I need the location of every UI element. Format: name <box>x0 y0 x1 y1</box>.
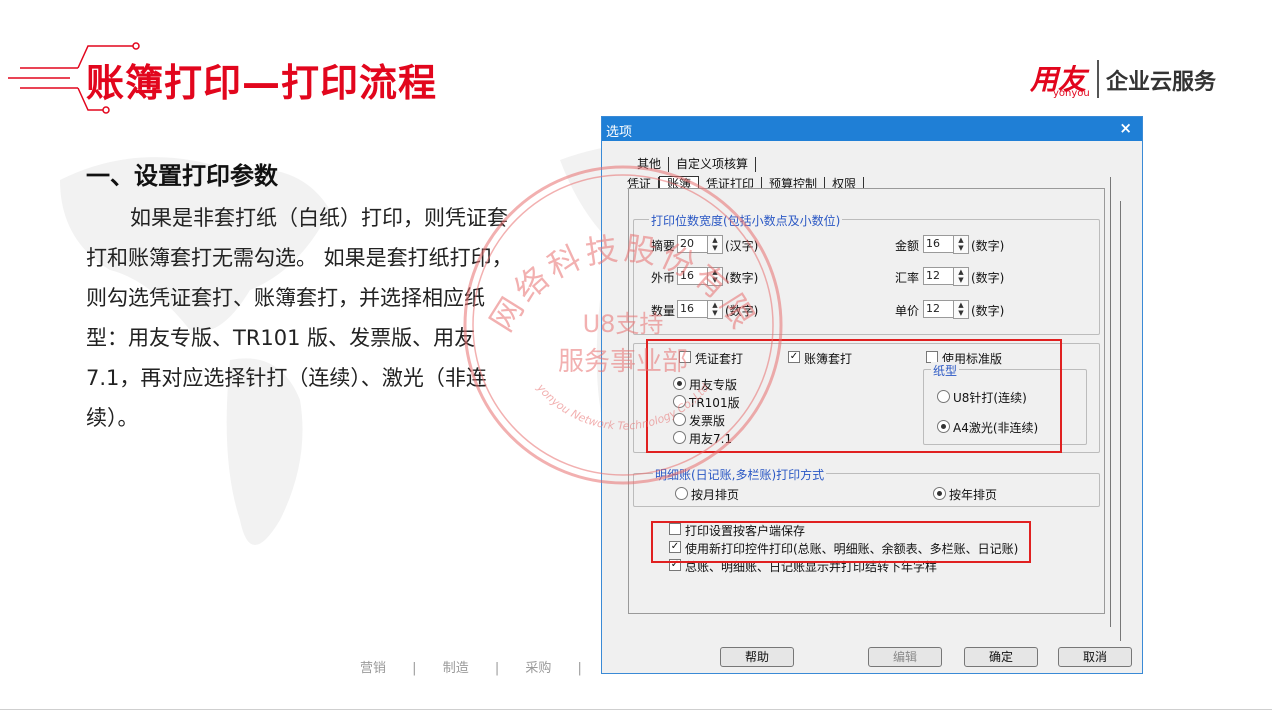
footer-nav-separator: | <box>577 661 582 676</box>
footer-nav-separator: | <box>412 661 417 676</box>
detail-option-label: 按年排页 <box>949 488 998 502</box>
footer-nav-item: 营销 <box>360 661 387 676</box>
field-label: 数量 <box>651 304 676 318</box>
spinner-arrows-icon[interactable]: ▲ ▼ <box>707 300 723 319</box>
field-label: 金额 <box>895 239 920 253</box>
footer-nav-separator: | <box>494 661 500 676</box>
spinner-value[interactable]: 20 <box>677 235 708 253</box>
slide-title: 账簿打印—打印流程 <box>86 61 438 105</box>
spinner-arrows-icon[interactable]: ▲ ▼ <box>953 267 969 286</box>
field-unit: (数字) <box>725 304 759 318</box>
field-unit: (数字) <box>971 271 1005 285</box>
tab-other[interactable]: 其他 <box>630 157 670 172</box>
tab-custom-accounting[interactable]: 自定义项核算 <box>669 157 757 172</box>
spinner-arrows-icon[interactable]: ▲ ▼ <box>953 300 969 319</box>
spinner-arrows-icon[interactable]: ▲ ▼ <box>707 267 723 286</box>
close-icon[interactable]: × <box>1119 119 1132 137</box>
detail-radio-by-month[interactable] <box>675 487 688 500</box>
brand-separator <box>1097 60 1099 98</box>
field-label: 外币 <box>651 271 676 285</box>
footer-divider <box>0 709 1272 710</box>
panel-edge <box>1110 177 1111 627</box>
field-unit: (数字) <box>971 304 1005 318</box>
spinner-value[interactable]: 12 <box>923 300 954 318</box>
field-unit: (数字) <box>725 271 759 285</box>
spinner-value[interactable]: 16 <box>677 267 708 285</box>
spinner-arrows-icon[interactable]: ▲ ▼ <box>707 235 723 254</box>
highlight-print-control <box>651 521 1031 563</box>
detail-print-legend: 明细账(日记账,多栏账)打印方式 <box>653 466 827 483</box>
field-label: 单价 <box>895 304 920 318</box>
detail-option-label: 按月排页 <box>691 488 740 502</box>
spinner-value[interactable]: 12 <box>923 267 954 285</box>
tab-row-1: 其他 自定义项核算 <box>630 157 757 172</box>
spinner-value[interactable]: 16 <box>923 235 954 253</box>
field-label: 汇率 <box>895 271 920 285</box>
ok-button[interactable]: 确定 <box>964 647 1038 667</box>
field-unit: (数字) <box>971 239 1005 253</box>
instruction-text: 如果是非套打纸（白纸）打印，则凭证套打和账簿套打无需勾选。 如果是套打纸打印，则… <box>86 206 513 430</box>
panel-edge <box>1120 201 1121 641</box>
dialog-titlebar: 选项 × <box>602 117 1142 141</box>
footer-nav-item: 制造 <box>442 661 469 676</box>
instruction-paragraph: 如果是非套打纸（白纸）打印，则凭证套打和账簿套打无需勾选。 如果是套打纸打印，则… <box>86 198 526 438</box>
edit-button[interactable]: 编辑 <box>868 647 942 667</box>
print-width-legend: 打印位数宽度(包括小数点及小数位) <box>649 212 843 229</box>
spinner-arrows-icon[interactable]: ▲ ▼ <box>953 235 969 254</box>
help-button[interactable]: 帮助 <box>720 647 794 667</box>
field-label: 摘要 <box>651 239 676 253</box>
brand-logo-sub: yonyou <box>1053 88 1090 99</box>
brand-tagline: 企业云服务 <box>1106 70 1217 95</box>
dialog-title: 选项 <box>606 125 633 140</box>
field-unit: (汉字) <box>725 239 759 253</box>
highlight-template-settings <box>646 339 1062 453</box>
detail-radio-by-year[interactable] <box>933 487 946 500</box>
section-heading: 一、设置打印参数 <box>86 162 278 190</box>
cancel-button[interactable]: 取消 <box>1058 647 1132 667</box>
footer-nav-item: 采购 <box>525 661 552 676</box>
spinner-value[interactable]: 16 <box>677 300 708 318</box>
